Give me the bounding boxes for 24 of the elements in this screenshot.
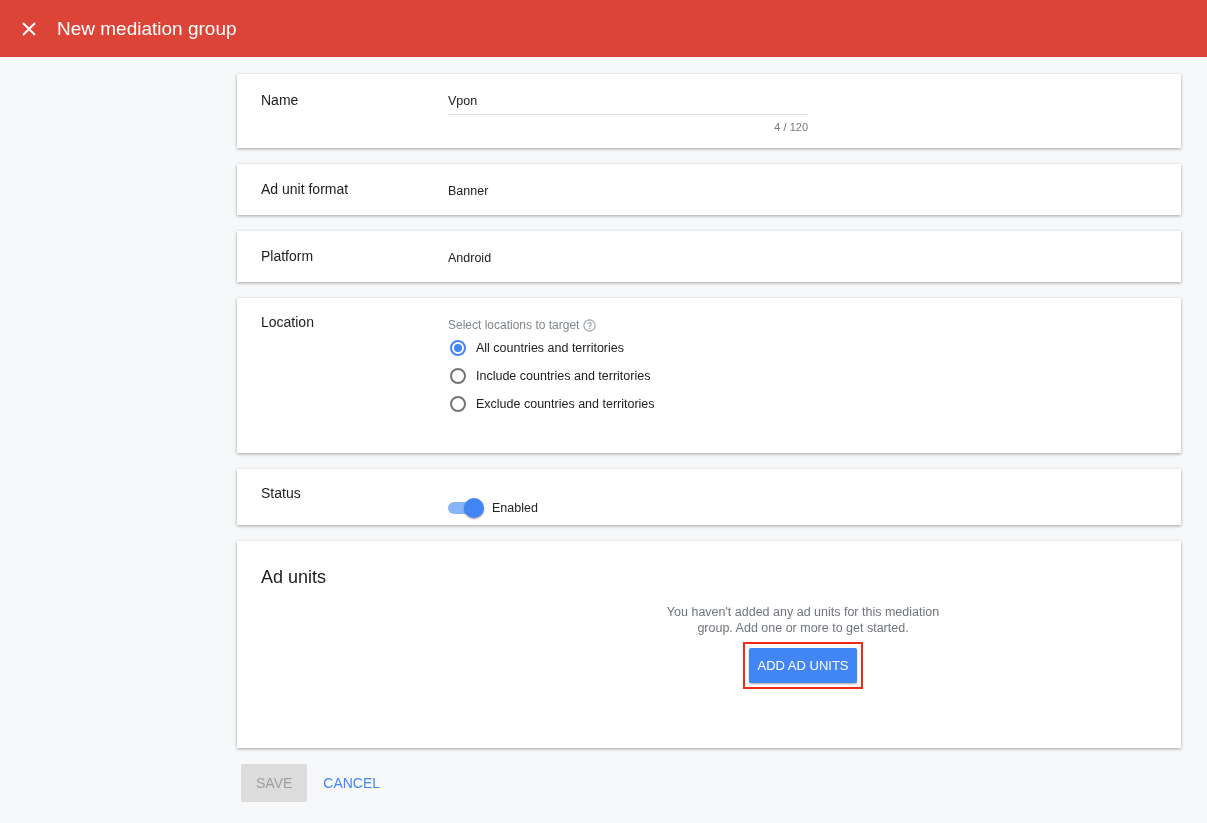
location-option[interactable]: All countries and territories [450, 340, 655, 356]
status-value: Enabled [492, 500, 538, 515]
add-ad-units-button[interactable]: ADD AD UNITS [749, 648, 857, 683]
location-option[interactable]: Include countries and territories [450, 368, 655, 384]
status-toggle[interactable] [448, 497, 484, 518]
radio-icon[interactable] [450, 340, 466, 356]
field-label: Status [261, 485, 302, 503]
field-value: Android [448, 250, 492, 267]
radio-icon[interactable] [450, 368, 466, 384]
page-title: New mediation group [57, 17, 237, 40]
character-counter: 4 / 120 [773, 121, 808, 133]
field-label: Ad unit format [261, 181, 350, 199]
close-icon[interactable] [21, 20, 37, 37]
name-input[interactable]: Vpon [448, 90, 808, 115]
empty-message: You haven't added any ad units for this mediation group. Add one or more to get started. [665, 604, 941, 636]
location-option[interactable]: Exclude countries and territories [450, 396, 655, 412]
field-label: Platform [261, 248, 315, 266]
radio-icon[interactable] [450, 396, 466, 412]
field-label: Location [261, 314, 315, 332]
field-value: Banner [448, 183, 489, 200]
section-title: Ad units [261, 567, 328, 588]
location-hint: Select locations to target [448, 318, 580, 332]
help-icon[interactable] [583, 318, 597, 332]
field-label: Name [261, 91, 300, 110]
